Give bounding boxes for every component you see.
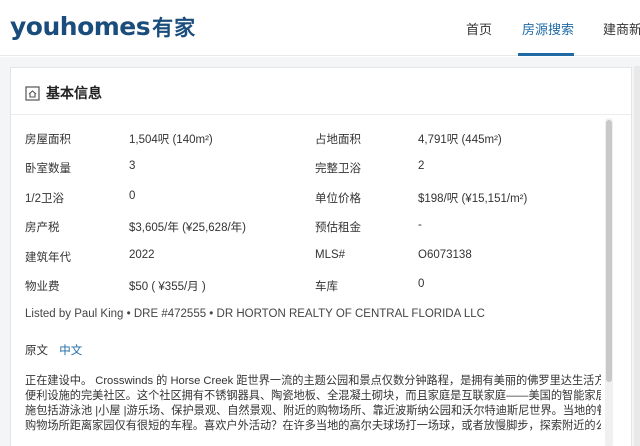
fact-row: 房产税 $3,605/年 (¥25,628/年) 预估租金 - <box>11 219 611 237</box>
fact-value: O6073138 <box>418 249 472 261</box>
fact-label: 房产税 <box>25 222 60 234</box>
fact-value: 2022 <box>129 249 155 261</box>
fact-label: 单位价格 <box>315 193 361 205</box>
home-icon <box>25 85 40 101</box>
fact-label: 1/2卫浴 <box>25 193 64 205</box>
property-description: 正在建设中。 Crosswinds 的 Horse Creek 距世界一流的主题… <box>25 374 601 434</box>
description-line: 便利设施的完美社区。这个社区拥有不锈钢器具、陶瓷地板、全混凝土砌块，而且家庭是互… <box>25 390 601 402</box>
description-line: 正在建设中。 Crosswinds 的 Horse Creek 距世界一流的主题… <box>25 375 601 387</box>
section-header: 基本信息 <box>25 84 102 102</box>
top-header: youhomes 有家 首页 房源搜索 建商新盘 <box>0 0 640 56</box>
fact-label: 卧室数量 <box>25 163 71 175</box>
fact-label: 车库 <box>315 281 338 293</box>
fact-label: 物业费 <box>25 281 60 293</box>
description-line: 购物场所距离家园仅有很短的车程。喜欢户外活动？在许多当地的高尔夫球场打一场球，或… <box>25 420 601 432</box>
fact-label: 完整卫浴 <box>315 163 361 175</box>
fact-value: 4,791呎 (445m²) <box>418 134 502 146</box>
fact-value: $198/呎 (¥15,151/m²) <box>418 193 528 205</box>
fact-row: 建筑年代 2022 MLS# O6073138 <box>11 249 611 267</box>
fact-value: 0 <box>129 190 136 202</box>
nav-item-property-search[interactable]: 房源搜索 <box>522 19 574 38</box>
listing-agent-info: Listed by Paul King • DRE #472555 • DR H… <box>25 308 485 320</box>
fact-row: 物业费 $50 ( ¥355/月 ) 车库 0 <box>11 278 611 296</box>
main-nav: 首页 房源搜索 建商新盘 <box>0 0 640 56</box>
fact-row: 1/2卫浴 0 单位价格 $198/呎 (¥15,151/m²) <box>11 190 611 208</box>
fact-value: $50 ( ¥355/月 ) <box>129 281 206 293</box>
nav-item-home[interactable]: 首页 <box>466 19 492 38</box>
description-line: 施包括游泳池 |小屋 |游乐场、保护景观、自然景观、附近的购物场所、靠近波斯纳公… <box>25 405 601 417</box>
fact-label: 占地面积 <box>315 134 361 146</box>
fact-value: $3,605/年 (¥25,628/年) <box>129 222 246 234</box>
fact-row: 卧室数量 3 完整卫浴 2 <box>11 160 611 178</box>
fact-value: 1,504呎 (140m²) <box>129 134 213 146</box>
language-toggle: 原文 中文 <box>25 342 82 358</box>
lang-chinese-option[interactable]: 中文 <box>59 345 82 357</box>
fact-row: 房屋面积 1,504呎 (140m²) 占地面积 4,791呎 (445m²) <box>11 131 611 149</box>
fact-value: 3 <box>129 160 136 172</box>
fact-value: - <box>418 219 422 231</box>
section-divider <box>11 114 631 115</box>
panel-scrollbar-thumb[interactable] <box>606 120 612 382</box>
fact-label: 建筑年代 <box>25 252 71 264</box>
fact-label: MLS# <box>315 249 346 261</box>
page-scrollbar[interactable] <box>634 66 640 446</box>
fact-label: 房屋面积 <box>25 134 71 146</box>
basic-info-panel: 基本信息 房屋面积 1,504呎 (140m²) 占地面积 4,791呎 (44… <box>10 67 632 446</box>
fact-value: 0 <box>418 278 425 290</box>
lang-original-option[interactable]: 原文 <box>25 345 48 357</box>
nav-active-underline <box>518 53 574 56</box>
section-title: 基本信息 <box>46 85 102 101</box>
fact-value: 2 <box>418 160 425 172</box>
nav-item-new-builds[interactable]: 建商新盘 <box>603 19 640 38</box>
fact-label: 预估租金 <box>315 222 361 234</box>
